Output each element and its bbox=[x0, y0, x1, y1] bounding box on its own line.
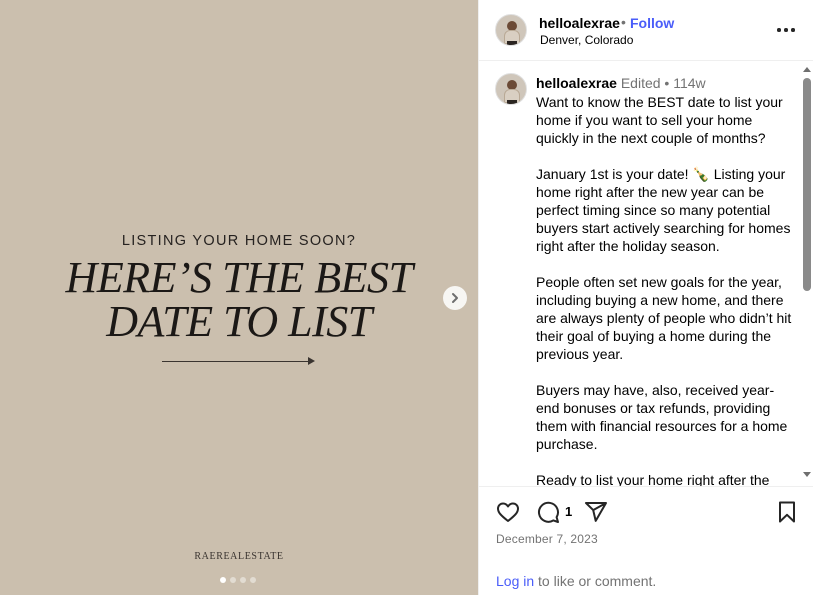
post-header: helloalexrae • Follow Denver, Colorado bbox=[479, 0, 813, 61]
post-location[interactable]: Denver, Colorado bbox=[540, 33, 633, 47]
action-bar: 1 December 7, 2023 Log in to like or com… bbox=[479, 486, 813, 595]
image-kicker-text: LISTING YOUR HOME SOON? bbox=[121, 233, 357, 249]
brand-wordmark: RAEREALESTATE bbox=[194, 551, 284, 562]
login-link[interactable]: Log in bbox=[496, 573, 534, 589]
comment-icon[interactable] bbox=[536, 500, 560, 524]
comment-count: 1 bbox=[565, 504, 573, 519]
carousel-dot bbox=[220, 577, 226, 583]
image-headline: HERE’S THE BEST DATE TO LIST bbox=[0, 256, 478, 344]
scroll-up-icon[interactable] bbox=[803, 67, 811, 72]
carousel-dots bbox=[220, 577, 256, 583]
carousel-dot bbox=[230, 577, 236, 583]
carousel-dot bbox=[240, 577, 246, 583]
avatar[interactable] bbox=[495, 73, 527, 105]
login-prompt-text: to like or comment. bbox=[534, 573, 657, 589]
caption-meta: Edited • 114w bbox=[620, 75, 706, 91]
caption-scrollbar[interactable] bbox=[800, 62, 813, 486]
caption-text: Want to know the BEST date to list your … bbox=[536, 94, 792, 486]
arrow-line bbox=[162, 361, 313, 362]
heart-icon[interactable] bbox=[496, 500, 520, 524]
next-slide-button[interactable] bbox=[443, 286, 467, 310]
caption-header: helloalexrae Edited • 114w bbox=[536, 75, 706, 91]
post-date[interactable]: December 7, 2023 bbox=[496, 532, 598, 546]
arrow-right-icon bbox=[308, 357, 315, 365]
post-username[interactable]: helloalexrae bbox=[539, 15, 620, 31]
send-icon[interactable] bbox=[584, 500, 608, 524]
bookmark-icon[interactable] bbox=[775, 500, 799, 524]
image-headline-line-1: HERE’S THE BEST bbox=[65, 253, 413, 302]
more-options-icon[interactable] bbox=[777, 21, 797, 37]
chevron-right-icon bbox=[452, 293, 458, 303]
post-image[interactable]: LISTING YOUR HOME SOON? HERE’S THE BEST … bbox=[0, 0, 478, 595]
caption-username[interactable]: helloalexrae bbox=[536, 75, 617, 91]
login-prompt: Log in to like or comment. bbox=[496, 573, 656, 589]
separator-dot: • bbox=[621, 14, 626, 30]
carousel-dot bbox=[250, 577, 256, 583]
caption-scroll-area[interactable]: helloalexrae Edited • 114w Want to know … bbox=[479, 62, 799, 486]
post-details-panel: helloalexrae • Follow Denver, Colorado h… bbox=[478, 0, 813, 595]
image-headline-line-2: DATE TO LIST bbox=[106, 297, 372, 346]
scroll-down-icon[interactable] bbox=[803, 472, 811, 477]
scrollbar-thumb[interactable] bbox=[803, 78, 811, 291]
follow-button[interactable]: Follow bbox=[630, 15, 674, 31]
avatar[interactable] bbox=[495, 14, 527, 46]
